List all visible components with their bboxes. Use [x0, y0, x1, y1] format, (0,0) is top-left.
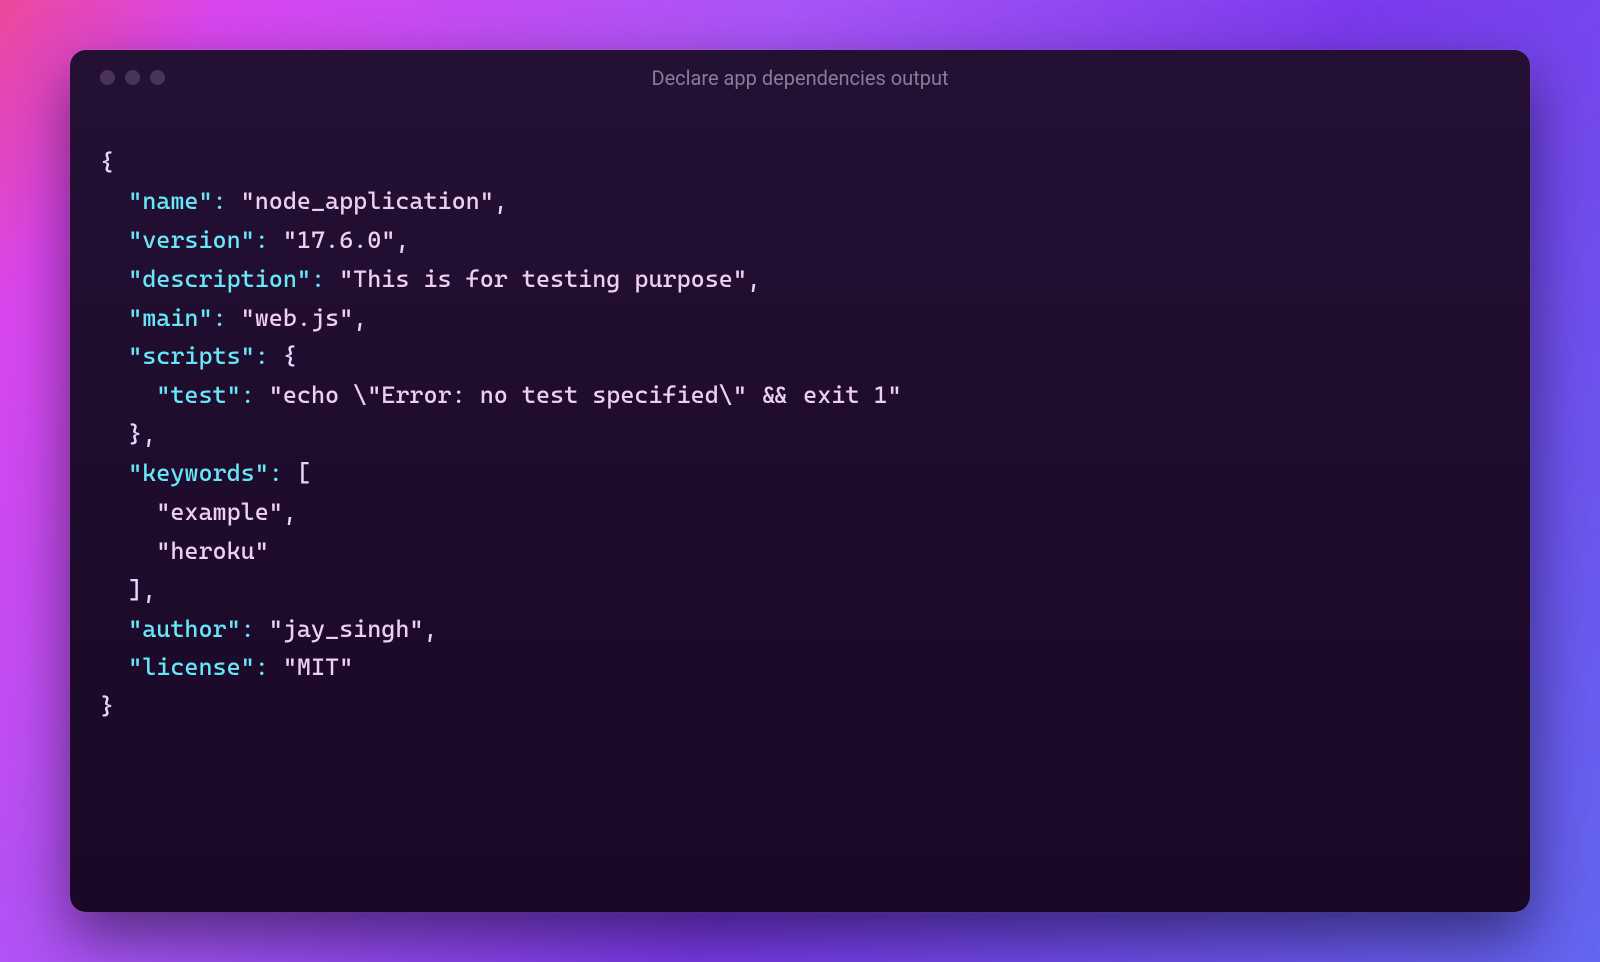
- json-key-description: "description": [128, 265, 311, 293]
- json-colon: :: [213, 187, 241, 215]
- json-key-name: "name": [128, 187, 212, 215]
- maximize-window-button[interactable]: [150, 70, 165, 85]
- json-colon: :: [255, 653, 283, 681]
- json-key-version: "version": [128, 226, 255, 254]
- json-colon: :: [255, 226, 283, 254]
- json-comma: ,: [747, 265, 761, 293]
- json-open-brace: {: [100, 148, 114, 176]
- close-window-button[interactable]: [100, 70, 115, 85]
- json-value-test: "echo \"Error: no test specified\" && ex…: [269, 381, 902, 409]
- json-key-license: "license": [128, 653, 255, 681]
- json-comma: ,: [395, 226, 409, 254]
- json-key-main: "main": [128, 304, 212, 332]
- json-value-author: "jay_singh": [269, 615, 424, 643]
- json-comma: ,: [494, 187, 508, 215]
- json-colon: :: [213, 304, 241, 332]
- window-titlebar: Declare app dependencies output: [70, 50, 1530, 103]
- json-keyword-0: "example": [156, 498, 283, 526]
- window-title: Declare app dependencies output: [651, 66, 948, 90]
- json-key-scripts: "scripts": [128, 342, 255, 370]
- json-open-brace: {: [283, 342, 297, 370]
- json-comma: ,: [353, 304, 367, 332]
- json-key-test: "test": [156, 381, 240, 409]
- json-value-description: "This is for testing purpose": [339, 265, 747, 293]
- json-close-brace-comma: },: [128, 420, 156, 448]
- json-comma: ,: [283, 498, 297, 526]
- minimize-window-button[interactable]: [125, 70, 140, 85]
- json-colon: :: [241, 381, 269, 409]
- json-open-bracket: [: [297, 459, 311, 487]
- json-colon: :: [311, 265, 339, 293]
- traffic-lights: [100, 70, 165, 85]
- json-key-author: "author": [128, 615, 241, 643]
- terminal-output[interactable]: { "name": "node_application", "version":…: [70, 103, 1530, 912]
- json-keyword-1: "heroku": [156, 537, 269, 565]
- json-close-brace: }: [100, 692, 114, 720]
- json-key-keywords: "keywords": [128, 459, 269, 487]
- json-close-bracket-comma: ],: [128, 576, 156, 604]
- json-value-version: "17.6.0": [283, 226, 396, 254]
- json-value-main: "web.js": [241, 304, 354, 332]
- json-colon: :: [255, 342, 283, 370]
- json-comma: ,: [423, 615, 437, 643]
- json-colon: :: [269, 459, 297, 487]
- json-value-name: "node_application": [241, 187, 494, 215]
- json-value-license: "MIT": [283, 653, 353, 681]
- json-colon: :: [241, 615, 269, 643]
- terminal-window: Declare app dependencies output { "name"…: [70, 50, 1530, 912]
